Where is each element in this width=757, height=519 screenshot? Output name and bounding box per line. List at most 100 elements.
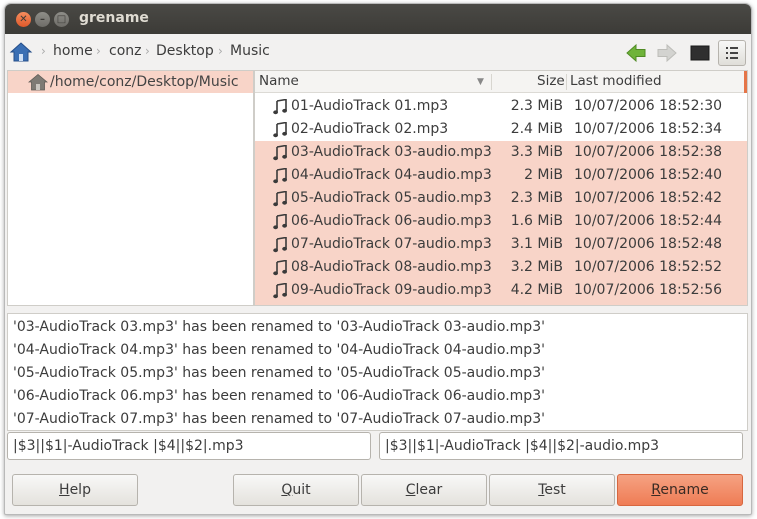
log-line: '04-AudioTrack 04.mp3' has been renamed …	[13, 342, 545, 358]
help-button-label: elp	[69, 482, 91, 498]
log-line: '05-AudioTrack 05.mp3' has been renamed …	[13, 365, 545, 381]
app-window: ✕ – □ grename › home › conz › Desktop › …	[4, 3, 752, 515]
music-note-icon	[273, 283, 287, 299]
home-button[interactable]	[9, 40, 35, 66]
music-note-icon	[273, 260, 287, 276]
file-list[interactable]: Name ▼ Size Last modified 01-AudioTrack …	[254, 70, 748, 306]
file-name: 07-AudioTrack 07-audio.mp3	[291, 236, 492, 252]
file-name: 09-AudioTrack 09-audio.mp3	[291, 282, 492, 298]
help-button[interactable]: Help	[12, 474, 138, 506]
list-view-button[interactable]	[718, 40, 746, 66]
file-name: 06-AudioTrack 06-audio.mp3	[291, 213, 492, 229]
breadcrumb-separator: ›	[218, 44, 223, 58]
file-size: 3.9 MiB	[511, 305, 563, 306]
file-size: 2 MiB	[524, 167, 563, 183]
file-row[interactable]: 04-AudioTrack 04-audio.mp3 2 MiB 10/07/200…	[255, 164, 747, 187]
title-bar[interactable]: ✕ – □ grename	[5, 4, 751, 34]
file-row[interactable]: 09-AudioTrack 09-audio.mp3 4.2 MiB 10/07/2…	[255, 279, 747, 302]
file-row[interactable]: 02-AudioTrack 02.mp3 2.4 MiB 10/07/2006 18…	[255, 118, 747, 141]
file-row[interactable]: 01-AudioTrack 01.mp3 2.3 MiB 10/07/2006 18…	[255, 95, 747, 118]
source-pattern-input[interactable]: |$3||$1|-AudioTrack |$4||$2|.mp3	[7, 432, 371, 460]
file-row[interactable]: 10-AudioTrack 10-audio.mp3 3.9 MiB 10/07/2…	[255, 302, 747, 306]
column-divider	[566, 74, 567, 90]
file-modified: 10/07/2006 18:53:00	[574, 305, 722, 306]
window-maximize-button[interactable]: □	[54, 12, 69, 27]
file-modified: 10/07/2006 18:52:48	[574, 236, 723, 252]
column-header-name[interactable]: Name	[259, 73, 299, 89]
forward-button[interactable]	[655, 41, 681, 65]
file-name: 02-AudioTrack 02.mp3	[291, 121, 449, 137]
breadcrumb-separator: ›	[41, 44, 46, 58]
music-note-icon	[273, 214, 287, 230]
breadcrumb-separator: ›	[145, 44, 150, 58]
file-size: 4.2 MiB	[510, 282, 563, 298]
column-header-size[interactable]: Size	[537, 73, 565, 89]
quit-button-mnemonic: Q	[281, 482, 293, 498]
file-modified: 10/07/2006 18:52:44	[574, 213, 723, 229]
back-button[interactable]	[624, 41, 650, 65]
list-view-icon	[726, 47, 738, 59]
file-name: 04-AudioTrack 04-audio.mp3	[291, 167, 492, 183]
scrollbar-edge[interactable]	[744, 71, 747, 93]
log-line: '07-AudioTrack 07.mp3' has been renamed …	[13, 411, 545, 427]
quit-button[interactable]: Quit	[233, 474, 359, 506]
breadcrumb-conz[interactable]: conz	[109, 43, 141, 59]
file-size: 3.2 MiB	[510, 259, 563, 275]
file-modified: 10/07/2006 18:52:40	[574, 167, 723, 183]
file-size: 1.6 MiB	[510, 213, 563, 229]
rename-log[interactable]: '03-AudioTrack 03.mp3' has been renamed …	[7, 313, 748, 431]
clear-button-mnemonic: C	[405, 482, 416, 498]
file-size: 2.3 MiB	[510, 190, 563, 206]
file-modified: 10/07/2006 18:52:30	[574, 98, 723, 114]
breadcrumb-home[interactable]: home	[53, 43, 93, 59]
file-name: 10-AudioTrack 10-audio.mp3	[291, 305, 492, 306]
file-name: 08-AudioTrack 08-audio.mp3	[291, 259, 492, 275]
file-modified: 10/07/2006 18:52:56	[574, 282, 723, 298]
breadcrumb-desktop[interactable]: Desktop	[156, 43, 214, 59]
terminal-icon	[690, 45, 710, 61]
file-row[interactable]: 08-AudioTrack 08-audio.mp3 3.2 MiB 10/07/2…	[255, 256, 747, 279]
file-modified: 10/07/2006 18:52:34	[574, 121, 723, 137]
music-note-icon	[273, 99, 287, 115]
path-toolbar: › home › conz › Desktop › Music	[5, 34, 751, 70]
sort-descending-icon: ▼	[477, 77, 484, 87]
file-modified: 10/07/2006 18:52:52	[574, 259, 723, 275]
rename-button[interactable]: Rename	[617, 474, 743, 506]
file-modified: 10/07/2006 18:52:42	[574, 190, 723, 206]
breadcrumb-music[interactable]: Music	[230, 43, 270, 59]
rename-button-label: ename	[660, 482, 709, 498]
test-button[interactable]: Test	[489, 474, 615, 506]
file-row[interactable]: 05-AudioTrack 05-audio.mp3 2.3 MiB 10/07/2…	[255, 187, 747, 210]
terminal-button[interactable]	[688, 41, 714, 65]
log-line: '06-AudioTrack 06.mp3' has been renamed …	[13, 388, 545, 404]
help-button-mnemonic: H	[59, 482, 70, 498]
go-forward-icon	[657, 43, 677, 63]
file-name: 03-AudioTrack 03-audio.mp3	[291, 144, 492, 160]
file-row[interactable]: 06-AudioTrack 06-audio.mp3 1.6 MiB 10/07/2…	[255, 210, 747, 233]
file-name: 01-AudioTrack 01.mp3	[291, 98, 449, 114]
file-size: 3.1 MiB	[510, 236, 563, 252]
music-note-icon	[273, 168, 287, 184]
file-modified: 10/07/2006 18:52:38	[574, 144, 723, 160]
clear-button-label: lear	[415, 482, 443, 498]
directory-path-label: /home/conz/Desktop/Music	[50, 74, 239, 90]
directory-row-selected[interactable]: /home/conz/Desktop/Music	[8, 71, 253, 93]
file-size: 3.3 MiB	[510, 144, 563, 160]
log-line: '03-AudioTrack 03.mp3' has been renamed …	[13, 319, 545, 335]
column-divider	[491, 74, 492, 90]
column-header-modified[interactable]: Last modified	[570, 73, 662, 89]
quit-button-label: uit	[292, 482, 311, 498]
folder-home-icon	[28, 73, 48, 91]
music-note-icon	[273, 122, 287, 138]
clear-button[interactable]: Clear	[361, 474, 487, 506]
directory-tree[interactable]: /home/conz/Desktop/Music	[7, 70, 254, 306]
home-icon	[9, 42, 33, 62]
file-row[interactable]: 07-AudioTrack 07-audio.mp3 3.1 MiB 10/07/2…	[255, 233, 747, 256]
window-close-button[interactable]: ✕	[16, 12, 31, 27]
window-title: grename	[79, 10, 149, 26]
music-note-icon	[273, 145, 287, 161]
window-minimize-button[interactable]: –	[35, 12, 50, 27]
music-note-icon	[273, 237, 287, 253]
file-row[interactable]: 03-AudioTrack 03-audio.mp3 3.3 MiB 10/07/2…	[255, 141, 747, 164]
target-pattern-input[interactable]: |$3||$1|-AudioTrack |$4||$2|-audio.mp3	[379, 432, 743, 460]
